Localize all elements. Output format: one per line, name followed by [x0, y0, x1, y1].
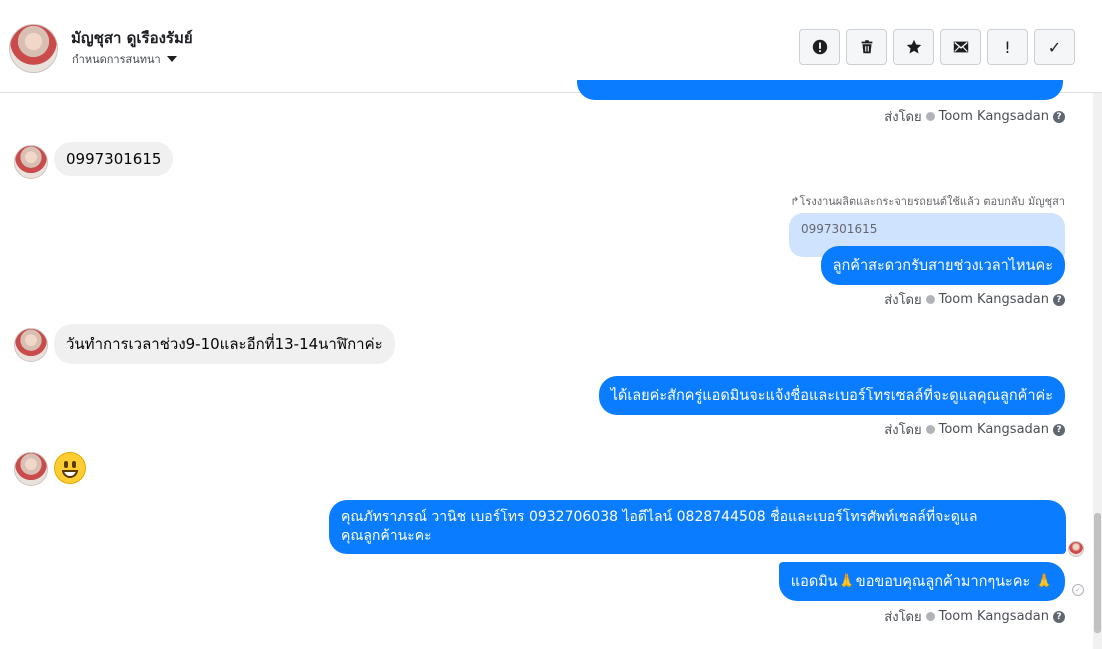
star-button[interactable]: [893, 29, 934, 65]
contact-avatar[interactable]: [9, 24, 58, 73]
delete-button[interactable]: [846, 29, 887, 65]
contact-avatar-small: [14, 452, 48, 486]
sent-check-icon: ✓: [1072, 584, 1084, 596]
exclamation-icon: !: [1004, 37, 1011, 57]
contact-line-2: คุณลูกค้านะคะ: [341, 528, 432, 544]
scrollbar-thumb[interactable]: [1094, 513, 1101, 633]
help-icon[interactable]: ?: [1053, 610, 1065, 623]
assign-label: กำหนดการสนทนา: [72, 53, 161, 66]
reply-hint-text: โรงงานผลิตและกระจายรถยนต์ใช้แล้ว ตอบกลับ…: [799, 195, 1065, 208]
agent-status-icon: [925, 295, 935, 304]
contact-avatar-small: [14, 328, 48, 362]
previous-outgoing-bubble: [577, 80, 1063, 100]
outgoing-message[interactable]: ลูกค้าสะดวกรับสายช่วงเวลาไหนคะ: [820, 246, 1065, 285]
help-icon[interactable]: ?: [1053, 110, 1065, 123]
sent-by-label: ส่งโดย: [884, 423, 922, 438]
reply-arrow-icon: ↱: [790, 195, 800, 208]
help-icon[interactable]: ?: [1053, 293, 1065, 306]
sent-by-label: ส่งโดย: [884, 293, 922, 308]
contact-line-1: คุณภัทราภรณ์ วานิช เบอร์โทร 0932706038 ไ…: [341, 509, 978, 525]
sent-by-meta: ส่งโดย Toom Kangsadan ?: [884, 106, 1065, 127]
seen-avatar-icon: [1068, 541, 1084, 557]
agent-status-icon: [925, 425, 935, 434]
sent-by-meta: ส่งโดย Toom Kangsadan ?: [884, 419, 1065, 440]
contact-avatar-small: [14, 145, 48, 179]
outgoing-message[interactable]: แอดมิน🙏ขอขอบคุณลูกค้ามากๆนะคะ 🙏: [778, 562, 1065, 601]
envelope-icon: [953, 41, 968, 53]
sent-by-label: ส่งโดย: [884, 610, 922, 625]
sent-by-label: ส่งโดย: [884, 110, 922, 125]
reply-hint: ↱โรงงานผลิตและกระจายรถยนต์ใช้แล้ว ตอบกลั…: [790, 192, 1065, 210]
sent-by-meta: ส่งโดย Toom Kangsadan ?: [884, 606, 1065, 627]
scrollbar[interactable]: [1093, 93, 1102, 649]
incoming-message[interactable]: วันทำการเวลาช่วง9-10และอีกที่13-14นาฬิกา…: [54, 324, 395, 364]
agent-name[interactable]: Toom Kangsadan: [939, 609, 1049, 624]
agent-name[interactable]: Toom Kangsadan: [939, 422, 1049, 437]
agent-status-icon: [925, 112, 935, 121]
help-icon[interactable]: ?: [1053, 423, 1065, 436]
assign-conversation-dropdown[interactable]: กำหนดการสนทนา: [72, 50, 177, 68]
important-button[interactable]: !: [987, 29, 1028, 65]
outgoing-message-contact[interactable]: คุณภัทราภรณ์ วานิช เบอร์โทร 0932706038 ไ…: [329, 500, 1066, 554]
star-icon: [906, 39, 921, 54]
mark-unread-button[interactable]: [940, 29, 981, 65]
agent-name[interactable]: Toom Kangsadan: [939, 109, 1049, 124]
caret-down-icon: [166, 56, 177, 62]
spam-button[interactable]: [799, 29, 840, 65]
contact-name[interactable]: มัญชุสา ดูเรืองรัมย์: [71, 26, 193, 50]
incoming-message[interactable]: 0997301615: [54, 142, 174, 176]
outgoing-message[interactable]: ได้เลยค่ะสักครู่แอดมินจะแจ้งชื่อและเบอร์…: [598, 376, 1065, 415]
quoted-text: 0997301615: [801, 222, 878, 236]
alert-circle-icon: [812, 39, 827, 55]
grinning-face-emoji: [54, 452, 86, 484]
trash-icon: [861, 40, 872, 54]
done-button[interactable]: ✓: [1034, 29, 1075, 65]
agent-status-icon: [925, 612, 935, 621]
sent-by-meta: ส่งโดย Toom Kangsadan ?: [884, 289, 1065, 310]
agent-name[interactable]: Toom Kangsadan: [939, 292, 1049, 307]
conversation-toolbar: ! ✓: [799, 29, 1075, 65]
check-icon: ✓: [1047, 37, 1062, 57]
